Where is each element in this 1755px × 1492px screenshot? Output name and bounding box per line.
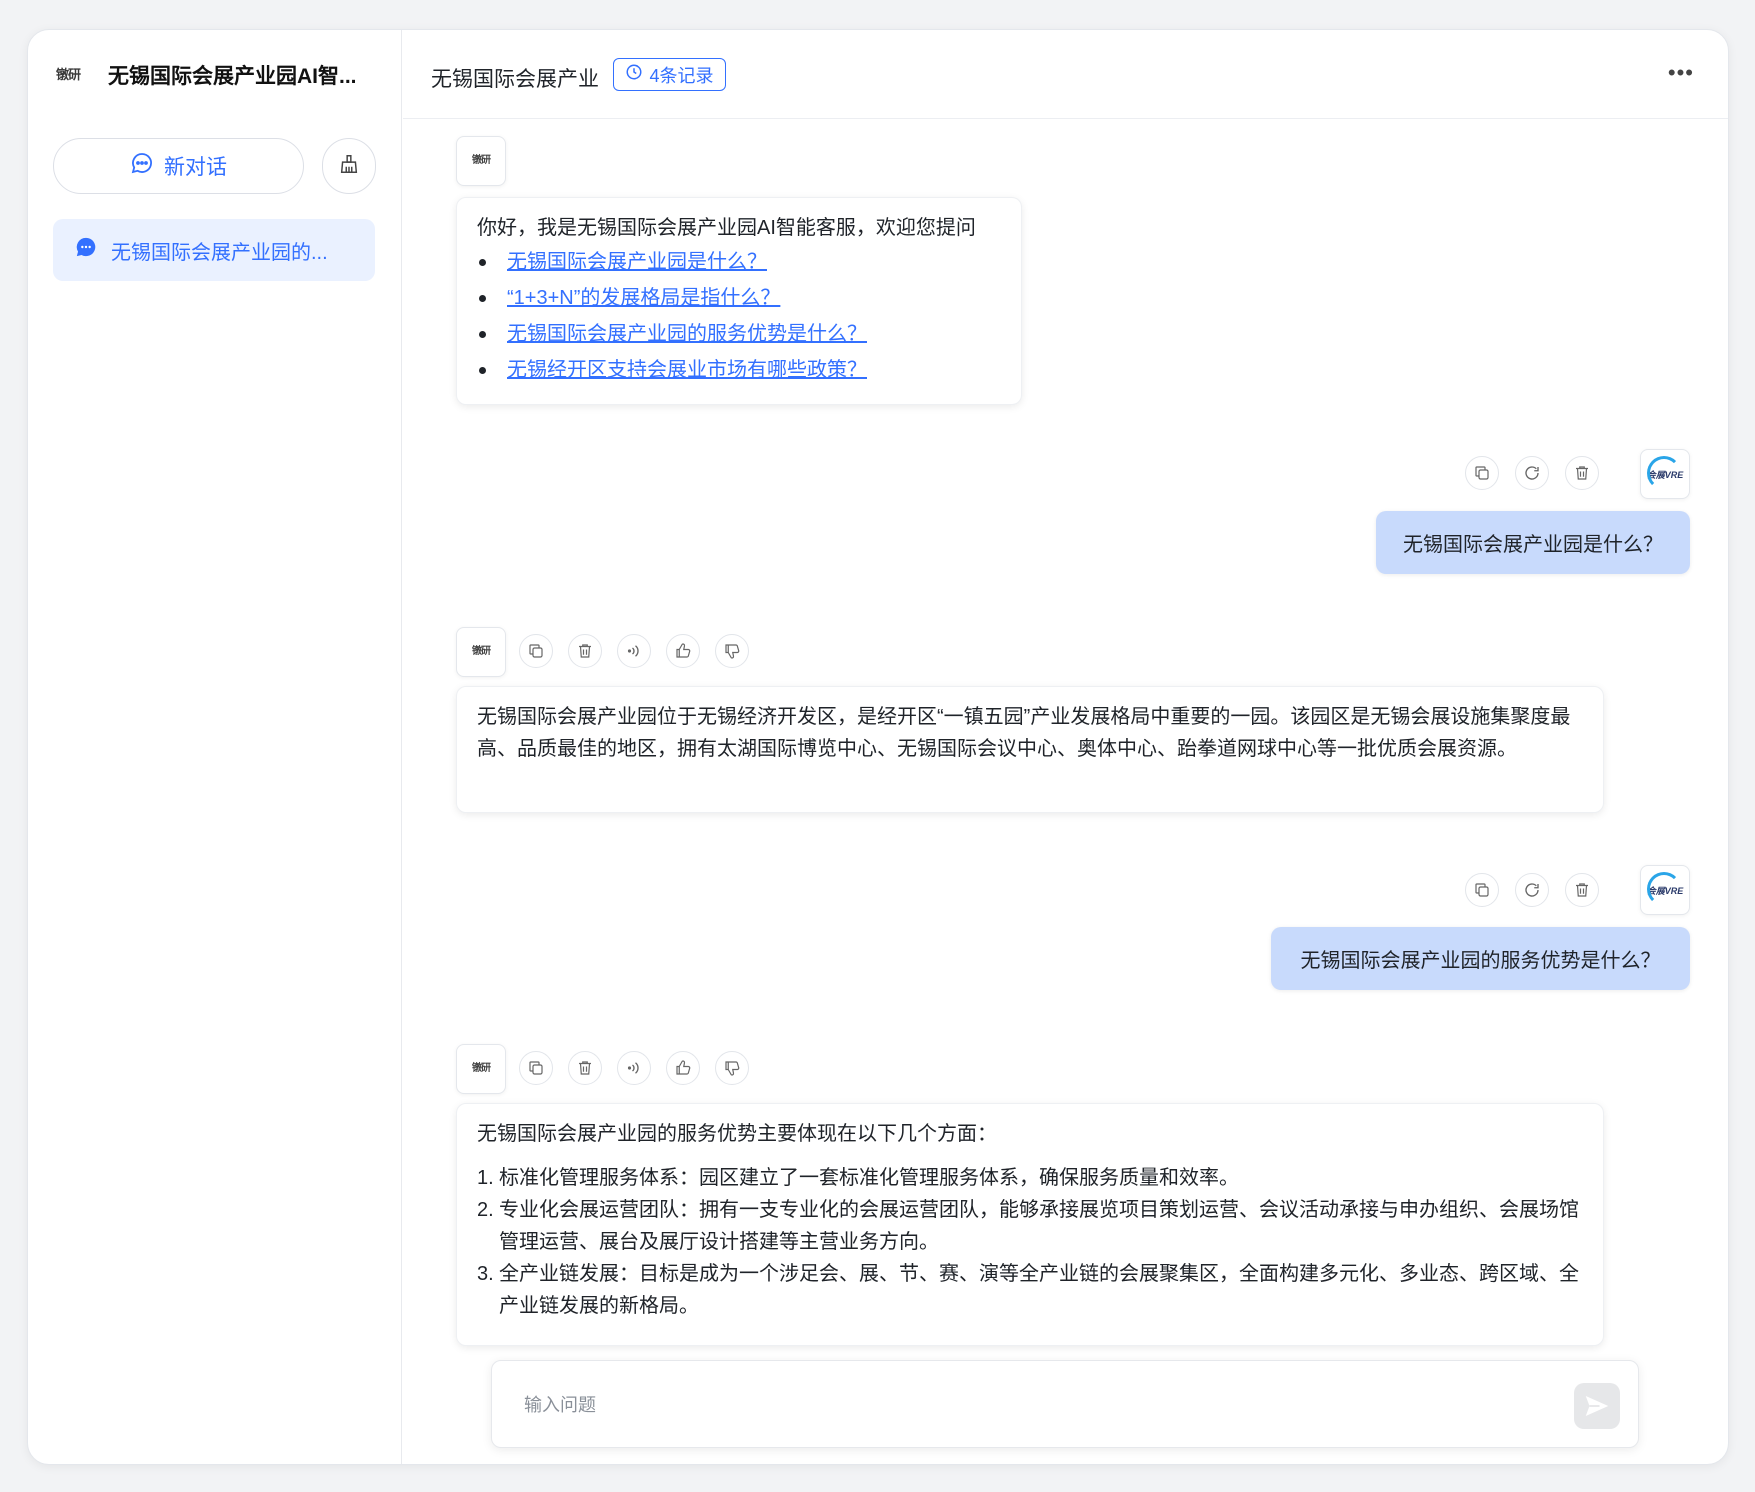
suggestion-link[interactable]: 无锡国际会展产业园是什么？ bbox=[507, 251, 767, 273]
copy-icon bbox=[529, 644, 543, 658]
user-message-text: 无锡国际会展产业园是什么？ bbox=[1403, 534, 1663, 556]
regenerate-button[interactable] bbox=[1515, 456, 1549, 490]
list-item-text: 全产业链发展：目标是成为一个涉足会、展、节、赛、演等全产业链的会展聚集区，全面构… bbox=[499, 1263, 1579, 1317]
suggestion-item: “1+3+N”的发展格局是指什么？ bbox=[477, 280, 1001, 316]
list-item: 3. 全产业链发展：目标是成为一个涉足会、展、节、赛、演等全产业链的会展聚集区，… bbox=[477, 1258, 1583, 1322]
trash-icon bbox=[579, 1061, 591, 1075]
thumbs-up-icon bbox=[676, 643, 691, 658]
trash-icon bbox=[579, 644, 591, 658]
delete-button[interactable] bbox=[1565, 456, 1599, 490]
bot-message: 无锡国际会展产业园位于无锡经济开发区，是经开区“一镇五园”产业发展格局中重要的一… bbox=[456, 686, 1604, 813]
trash-icon bbox=[1576, 883, 1588, 897]
suggestion-item: 无锡经开区支持会展业市场有哪些政策？ bbox=[477, 352, 1001, 388]
suggestion-link[interactable]: 无锡经开区支持会展业市场有哪些政策？ bbox=[507, 359, 867, 381]
user-message: 无锡国际会展产业园的服务优势是什么？ bbox=[1271, 927, 1690, 990]
list-item: 1. 标准化管理服务体系：园区建立了一套标准化管理服务体系，确保服务质量和效率。 bbox=[477, 1162, 1583, 1194]
speaker-wave-icon bbox=[627, 645, 639, 657]
avatar-ring-icon bbox=[1647, 872, 1681, 906]
list-item-number: 3. bbox=[477, 1263, 494, 1285]
copy-icon bbox=[529, 1061, 543, 1075]
bot-avatar: 镦研 bbox=[456, 627, 506, 677]
suggestion-list: 无锡国际会展产业园是什么？ “1+3+N”的发展格局是指什么？ 无锡国际会展产业… bbox=[477, 244, 1001, 388]
send-icon bbox=[1585, 1396, 1609, 1416]
advantage-list: 1. 标准化管理服务体系：园区建立了一套标准化管理服务体系，确保服务质量和效率。… bbox=[477, 1162, 1583, 1322]
clear-history-button[interactable] bbox=[322, 138, 376, 194]
new-chat-button[interactable]: 新对话 bbox=[53, 138, 304, 194]
avatar-ring-icon bbox=[1647, 456, 1681, 490]
bot-logo: 镦研 bbox=[472, 155, 491, 166]
read-aloud-button[interactable] bbox=[617, 1051, 651, 1085]
broom-icon bbox=[338, 153, 360, 180]
dislike-button[interactable] bbox=[715, 634, 749, 668]
bot-message-intro: 无锡国际会展产业园的服务优势主要体现在以下几个方面： bbox=[477, 1123, 997, 1145]
delete-button[interactable] bbox=[1565, 873, 1599, 907]
clock-icon bbox=[625, 63, 643, 86]
dislike-button[interactable] bbox=[715, 1051, 749, 1085]
delete-button[interactable] bbox=[568, 634, 602, 668]
bot-avatar: 镦研 bbox=[456, 1044, 506, 1094]
list-item-text: 专业化会展运营团队：拥有一支专业化的会展运营团队，能够承接展览项目策划运营、会议… bbox=[499, 1199, 1579, 1253]
list-item: 2. 专业化会展运营团队：拥有一支专业化的会展运营团队，能够承接展览项目策划运营… bbox=[477, 1194, 1583, 1258]
bot-message-actions bbox=[519, 634, 749, 668]
bot-message-text: 无锡国际会展产业园位于无锡经济开发区，是经开区“一镇五园”产业发展格局中重要的一… bbox=[477, 706, 1571, 760]
list-item-number: 2. bbox=[477, 1199, 494, 1221]
history-item[interactable]: 无锡国际会展产业园的... bbox=[53, 219, 375, 281]
suggestion-link[interactable]: “1+3+N”的发展格局是指什么？ bbox=[507, 287, 780, 309]
chat-bubble-icon bbox=[130, 151, 154, 181]
like-button[interactable] bbox=[666, 1051, 700, 1085]
app-window: 镦研 无锡国际会展产业园AI智... 新对话 无锡国际会展产业园的... 无锡国… bbox=[27, 29, 1729, 1465]
send-button[interactable] bbox=[1574, 1383, 1620, 1429]
user-message-actions bbox=[1465, 873, 1599, 907]
bot-message-welcome: 你好，我是无锡国际会展产业园AI智能客服，欢迎您提问 无锡国际会展产业园是什么？… bbox=[456, 197, 1022, 405]
brand-logo-text: 镦研 bbox=[56, 67, 81, 83]
list-item-text: 标准化管理服务体系：园区建立了一套标准化管理服务体系，确保服务质量和效率。 bbox=[499, 1167, 1239, 1189]
question-input[interactable] bbox=[524, 1385, 1524, 1425]
bot-message-actions bbox=[519, 1051, 749, 1085]
regenerate-button[interactable] bbox=[1515, 873, 1549, 907]
welcome-text: 你好，我是无锡国际会展产业园AI智能客服，欢迎您提问 bbox=[477, 217, 976, 239]
app-title: 无锡国际会展产业园AI智... bbox=[108, 65, 357, 88]
user-message-actions bbox=[1465, 456, 1599, 490]
thumbs-down-icon bbox=[725, 1061, 740, 1076]
refresh-icon bbox=[1525, 466, 1539, 480]
user-avatar: 会展VRE bbox=[1640, 865, 1690, 915]
thumbs-up-icon bbox=[676, 1060, 691, 1075]
like-button[interactable] bbox=[666, 634, 700, 668]
chat-input-box bbox=[491, 1360, 1639, 1448]
suggestion-item: 无锡国际会展产业园的服务优势是什么？ bbox=[477, 316, 1001, 352]
trash-icon bbox=[1576, 466, 1588, 480]
bot-logo: 镦研 bbox=[472, 646, 491, 657]
copy-button[interactable] bbox=[1465, 873, 1499, 907]
chat-title: 无锡国际会展产业 bbox=[431, 68, 599, 91]
new-chat-label: 新对话 bbox=[164, 156, 227, 179]
refresh-icon bbox=[1525, 883, 1539, 897]
chat-header: 无锡国际会展产业 4条记录 ••• bbox=[403, 30, 1728, 119]
suggestion-item: 无锡国际会展产业园是什么？ bbox=[477, 244, 1001, 280]
bot-logo: 镦研 bbox=[472, 1063, 491, 1074]
read-aloud-button[interactable] bbox=[617, 634, 651, 668]
speaker-wave-icon bbox=[627, 1062, 639, 1074]
copy-button[interactable] bbox=[519, 634, 553, 668]
user-avatar: 会展VRE bbox=[1640, 449, 1690, 499]
brand-logo: 镦研 bbox=[56, 63, 96, 87]
bot-message: 无锡国际会展产业园的服务优势主要体现在以下几个方面： 1. 标准化管理服务体系：… bbox=[456, 1103, 1604, 1346]
copy-button[interactable] bbox=[1465, 456, 1499, 490]
user-message-text: 无锡国际会展产业园的服务优势是什么？ bbox=[1300, 950, 1661, 972]
copy-button[interactable] bbox=[519, 1051, 553, 1085]
suggestion-link[interactable]: 无锡国际会展产业园的服务优势是什么？ bbox=[507, 323, 867, 345]
copy-icon bbox=[1475, 466, 1489, 480]
user-message: 无锡国际会展产业园是什么？ bbox=[1376, 511, 1690, 574]
more-options-button[interactable]: ••• bbox=[1668, 60, 1694, 86]
chat-history-icon bbox=[75, 236, 97, 264]
brand: 镦研 无锡国际会展产业园AI智... bbox=[56, 60, 357, 90]
copy-icon bbox=[1475, 883, 1489, 897]
bot-avatar: 镦研 bbox=[456, 136, 506, 186]
history-item-label: 无锡国际会展产业园的... bbox=[111, 241, 328, 264]
sidebar: 镦研 无锡国际会展产业园AI智... 新对话 无锡国际会展产业园的... bbox=[28, 30, 402, 1464]
list-item-number: 1. bbox=[477, 1167, 494, 1189]
record-count-badge[interactable]: 4条记录 bbox=[613, 58, 726, 91]
thumbs-down-icon bbox=[725, 644, 740, 659]
delete-button[interactable] bbox=[568, 1051, 602, 1085]
record-count-label: 4条记录 bbox=[649, 65, 714, 86]
